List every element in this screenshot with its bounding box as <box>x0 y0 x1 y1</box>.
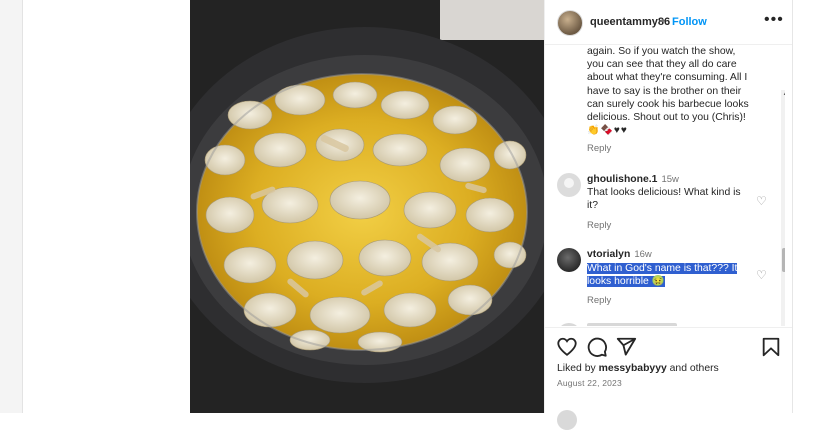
follow-button[interactable]: Follow <box>672 16 707 28</box>
author-username[interactable]: queentammy86 <box>590 16 670 28</box>
comment-like-heart-icon[interactable]: ♡ <box>756 194 767 208</box>
comment-like-heart-icon[interactable]: ♡ <box>756 268 767 282</box>
scrollbar-thumb[interactable] <box>782 248 785 272</box>
caption-body: again. So if you watch the show, you can… <box>587 46 749 124</box>
comment-avatar <box>557 323 581 326</box>
comment-placeholder <box>587 323 677 326</box>
post-header: queentammy86 • Follow ••• <box>545 0 793 45</box>
comment-username[interactable]: ghoulishone.1 15w <box>587 174 679 185</box>
more-options-icon[interactable]: ••• <box>764 11 784 29</box>
caption-text: again. So if you watch the show, you can… <box>587 45 752 137</box>
share-icon[interactable] <box>615 336 637 358</box>
comment-username[interactable]: vtorialyn 16w <box>587 249 652 260</box>
comment-icon[interactable] <box>586 336 608 358</box>
comments-scrollbar[interactable]: ▲ ▼ <box>781 90 785 326</box>
comment-avatar[interactable] <box>557 248 581 272</box>
comment-username-text[interactable]: ghoulishone.1 <box>587 174 657 185</box>
likes-user-link[interactable]: messybabyyy <box>599 363 667 374</box>
comments-list[interactable]: again. So if you watch the show, you can… <box>545 45 785 326</box>
comment-text: That looks delicious! What kind is it? <box>587 187 741 212</box>
comment-avatar[interactable] <box>557 173 581 197</box>
next-comment-partial <box>557 323 785 326</box>
comment-time[interactable]: 16w <box>634 249 651 260</box>
post-photo[interactable]: › <box>190 0 544 413</box>
likes-summary[interactable]: Liked by messybabyyy and others <box>557 363 719 374</box>
likes-prefix: Liked by <box>557 363 599 374</box>
post-actions: Liked by messybabyyy and others August 2… <box>545 327 793 430</box>
page-gutter-left <box>0 0 23 413</box>
comment-reply-button[interactable]: Reply <box>587 220 611 231</box>
comment-time[interactable]: 15w <box>661 174 678 185</box>
post-date[interactable]: August 22, 2023 <box>557 378 622 388</box>
author-avatar[interactable] <box>557 10 583 36</box>
comment-selected-text: What in God's name is that??? It looks h… <box>587 263 738 288</box>
comment-reply-button[interactable]: Reply <box>587 295 611 306</box>
post-side-panel: queentammy86 • Follow ••• again. So if y… <box>544 0 793 430</box>
caption-emojis: 👏🍫♥♥ <box>587 125 628 137</box>
header-separator: • <box>661 15 665 27</box>
bookmark-icon[interactable] <box>760 336 782 358</box>
comment-username-text[interactable]: vtorialyn <box>587 249 630 260</box>
current-user-avatar <box>557 410 577 430</box>
scroll-up-arrow-icon[interactable]: ▲ <box>781 90 785 98</box>
comment-text: What in God's name is that??? It looks h… <box>587 262 747 288</box>
caption-reply-button[interactable]: Reply <box>587 143 611 154</box>
like-heart-icon[interactable] <box>556 336 578 358</box>
food-photo-image <box>190 0 544 413</box>
likes-suffix[interactable]: and others <box>667 363 719 374</box>
page-gutter-right <box>792 0 825 413</box>
